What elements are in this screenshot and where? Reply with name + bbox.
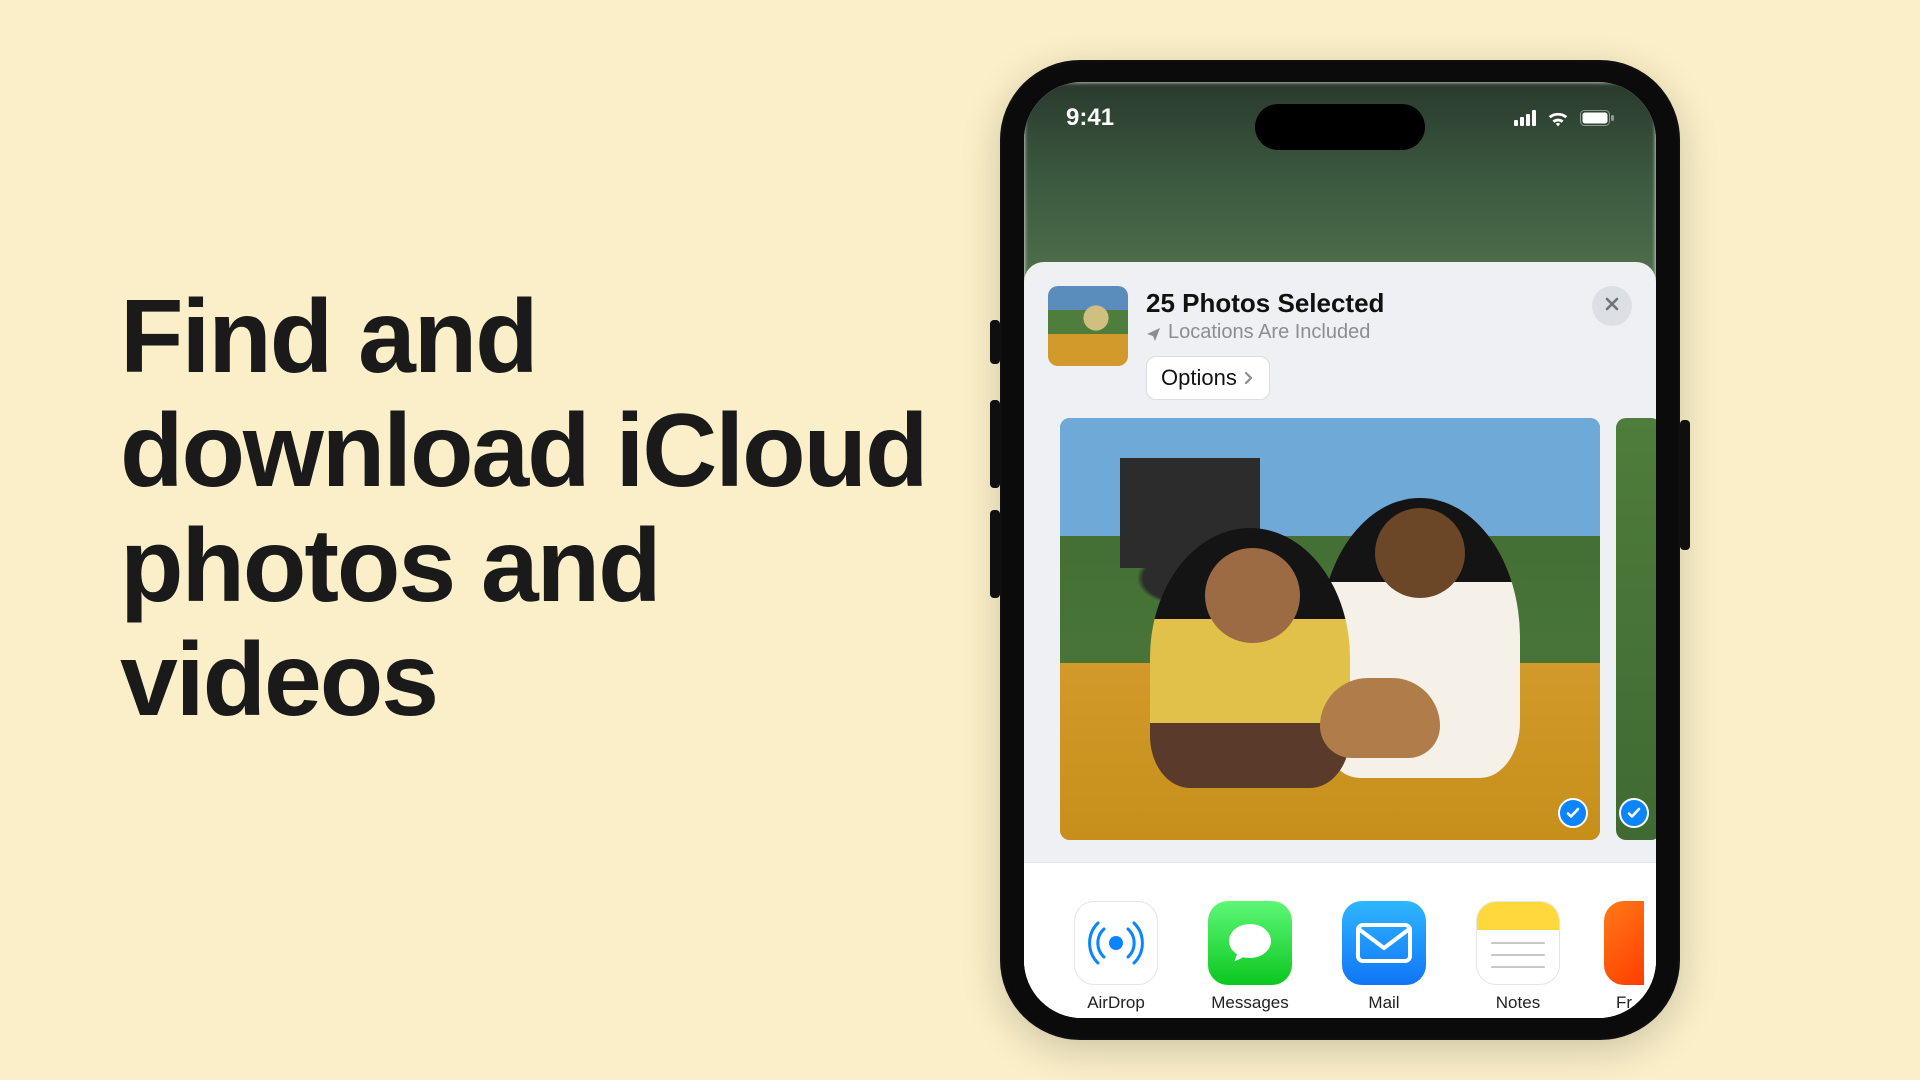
mail-icon bbox=[1342, 901, 1426, 985]
messages-icon bbox=[1208, 901, 1292, 985]
battery-icon bbox=[1580, 110, 1614, 126]
share-app-mail[interactable]: Mail bbox=[1336, 901, 1432, 1013]
cellular-icon bbox=[1514, 110, 1536, 126]
share-app-airdrop[interactable]: AirDrop bbox=[1068, 901, 1164, 1013]
close-button[interactable] bbox=[1592, 286, 1632, 326]
share-apps-row[interactable]: AirDrop Messages Mail bbox=[1024, 862, 1656, 1018]
photo-preview-main[interactable] bbox=[1060, 418, 1600, 840]
headline-text: Find and download iCloud photos and vide… bbox=[120, 280, 940, 738]
photo-preview-next[interactable] bbox=[1616, 418, 1656, 840]
photo-content bbox=[1060, 418, 1600, 840]
phone-mute-switch bbox=[990, 320, 1000, 364]
share-app-messages[interactable]: Messages bbox=[1202, 901, 1298, 1013]
app-icon-partial bbox=[1604, 901, 1644, 985]
status-icons bbox=[1514, 109, 1614, 127]
share-sheet-subtitle: Locations Are Included bbox=[1146, 321, 1632, 344]
selection-thumbnail[interactable] bbox=[1048, 286, 1128, 366]
airdrop-icon bbox=[1074, 901, 1158, 985]
share-app-more[interactable]: Fr bbox=[1604, 901, 1644, 1013]
chevron-right-icon bbox=[1243, 365, 1255, 391]
phone-volume-up bbox=[990, 400, 1000, 488]
share-sheet: 25 Photos Selected Locations Are Include… bbox=[1024, 262, 1656, 1018]
status-time: 9:41 bbox=[1066, 104, 1114, 132]
photo-content bbox=[1616, 418, 1656, 840]
phone-screen: 9:41 25 Photos Sele bbox=[1024, 82, 1656, 1018]
options-label: Options bbox=[1161, 365, 1237, 391]
phone-volume-down bbox=[990, 510, 1000, 598]
notes-icon bbox=[1476, 901, 1560, 985]
selected-check-icon bbox=[1619, 798, 1649, 828]
dynamic-island bbox=[1255, 104, 1425, 150]
phone-power-button bbox=[1680, 420, 1690, 550]
wifi-icon bbox=[1546, 109, 1570, 127]
share-sheet-header: 25 Photos Selected Locations Are Include… bbox=[1024, 262, 1656, 410]
selected-check-icon bbox=[1558, 798, 1588, 828]
app-label: Notes bbox=[1496, 993, 1540, 1013]
options-button[interactable]: Options bbox=[1146, 356, 1270, 400]
phone-mockup: 9:41 25 Photos Sele bbox=[1000, 60, 1680, 1040]
share-header-text: 25 Photos Selected Locations Are Include… bbox=[1146, 286, 1632, 400]
app-label: Messages bbox=[1211, 993, 1288, 1013]
app-label: Mail bbox=[1368, 993, 1399, 1013]
close-icon bbox=[1603, 295, 1621, 318]
photo-preview-row[interactable] bbox=[1024, 410, 1656, 840]
share-subtitle-text: Locations Are Included bbox=[1168, 321, 1370, 344]
app-label: AirDrop bbox=[1087, 993, 1145, 1013]
phone-frame: 9:41 25 Photos Sele bbox=[1000, 60, 1680, 1040]
app-label: Fr bbox=[1616, 993, 1632, 1013]
share-app-notes[interactable]: Notes bbox=[1470, 901, 1566, 1013]
location-arrow-icon bbox=[1146, 325, 1162, 341]
share-sheet-title: 25 Photos Selected bbox=[1146, 288, 1632, 319]
